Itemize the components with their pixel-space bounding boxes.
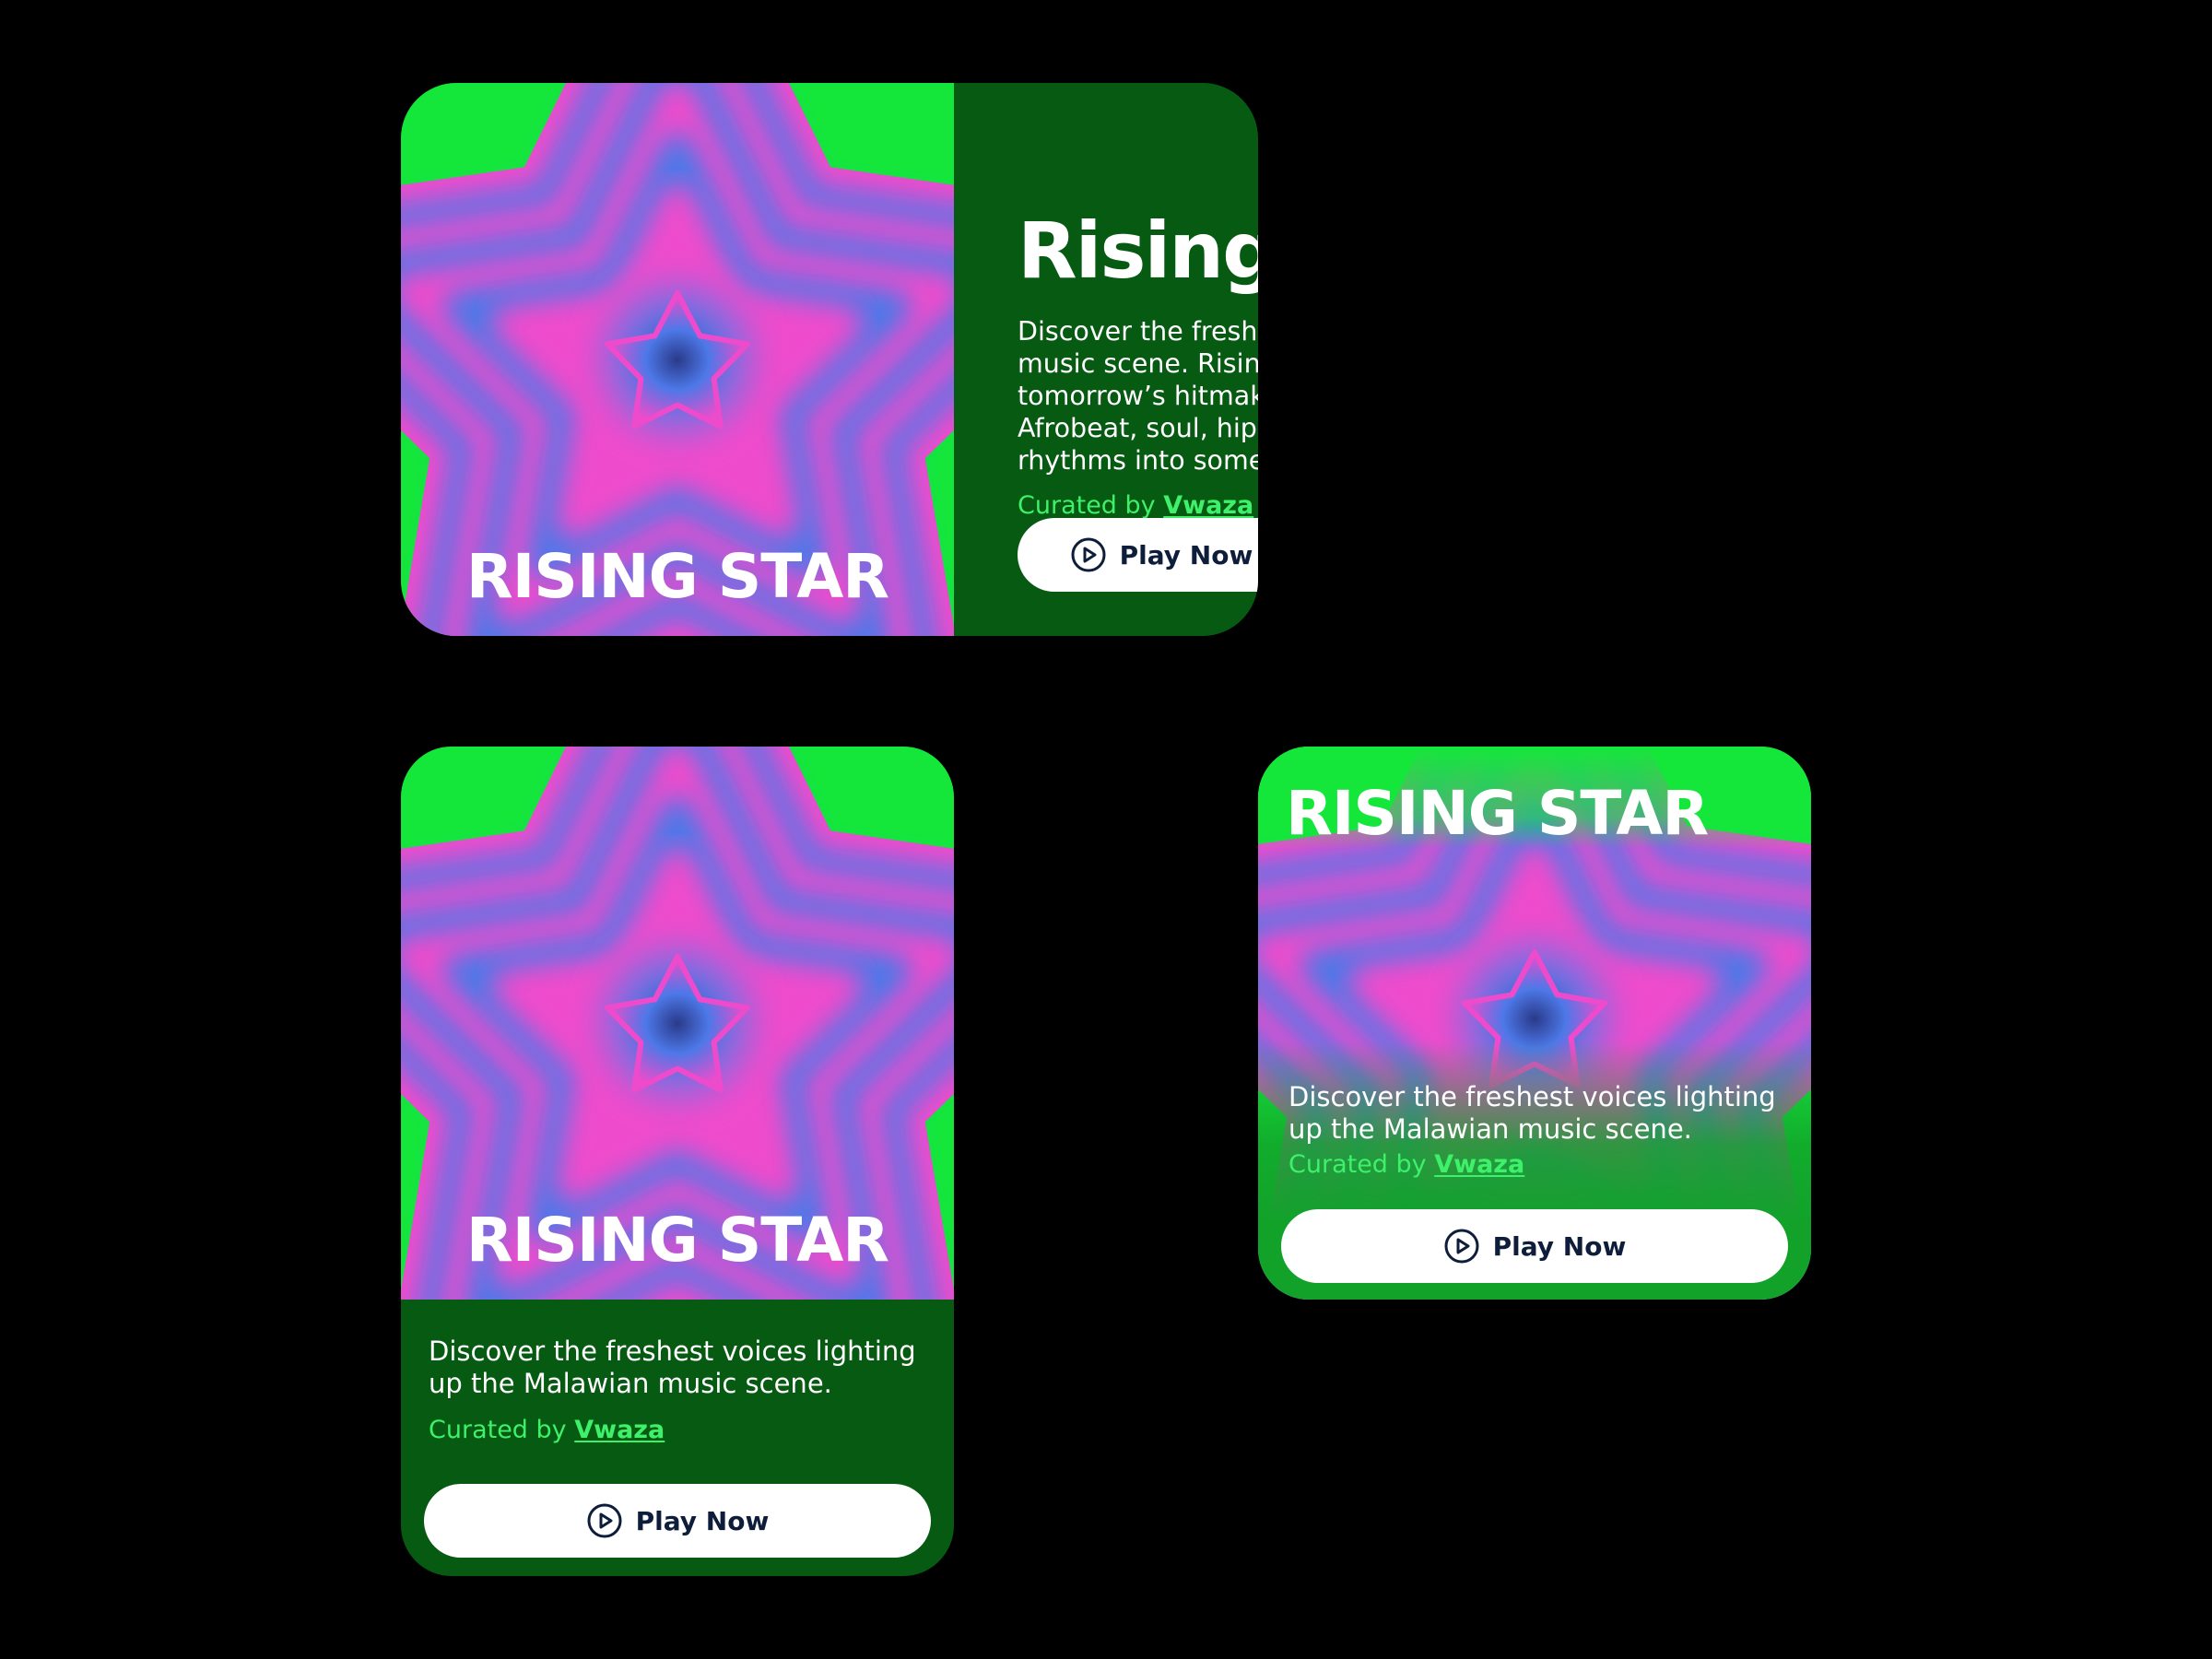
play-now-button[interactable]: Play Now bbox=[424, 1484, 931, 1558]
artwork: RISING STAR bbox=[401, 83, 954, 636]
playlist-card-square: RISING STAR Discover the freshest voices… bbox=[1258, 747, 1811, 1300]
artwork: RISING STAR bbox=[401, 747, 954, 1300]
playlist-description: Discover the freshest voices lighting up… bbox=[1288, 1081, 1776, 1145]
curated-by: Curated by Vwaza bbox=[429, 1418, 665, 1442]
curated-by: Curated by Vwaza bbox=[1288, 1152, 1524, 1177]
curated-by: Curated by Vwaza bbox=[1018, 493, 1253, 518]
play-now-button[interactable]: Play Now bbox=[1018, 518, 1258, 592]
play-now-label: Play Now bbox=[635, 1505, 770, 1536]
play-now-label: Play Now bbox=[1119, 539, 1253, 571]
playlist-description: Discover the freshest voices lighting up… bbox=[1018, 316, 1258, 476]
playlist-card-wide: RISING STAR Rising Star Playlist Discove… bbox=[401, 83, 1258, 636]
artwork-brand-label: RISING STAR bbox=[465, 541, 889, 612]
playlist-description: Discover the freshest voices lighting up… bbox=[429, 1335, 916, 1399]
curated-by-prefix: Curated by bbox=[1288, 1150, 1427, 1179]
curator-link[interactable]: Vwaza bbox=[574, 1416, 665, 1444]
play-now-button[interactable]: Play Now bbox=[1281, 1209, 1788, 1283]
playlist-title: Rising Star Playlist bbox=[1018, 206, 1258, 296]
curated-by-prefix: Curated by bbox=[1018, 491, 1156, 520]
play-circle-icon bbox=[1070, 536, 1107, 573]
playlist-card-tall: RISING STAR Discover the freshest voices… bbox=[401, 747, 954, 1576]
play-now-label: Play Now bbox=[1492, 1230, 1627, 1262]
curator-link[interactable]: Vwaza bbox=[1163, 491, 1253, 520]
artwork-brand-label: RISING STAR bbox=[465, 1205, 889, 1276]
curated-by-prefix: Curated by bbox=[429, 1416, 567, 1444]
artwork-brand-label: RISING STAR bbox=[1286, 778, 1709, 849]
play-circle-icon bbox=[1443, 1228, 1480, 1265]
curator-link[interactable]: Vwaza bbox=[1434, 1150, 1524, 1179]
play-circle-icon bbox=[586, 1502, 623, 1539]
